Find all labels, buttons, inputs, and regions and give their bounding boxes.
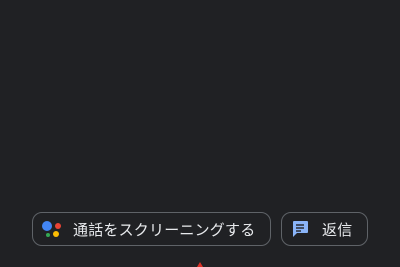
- reply-label: 返信: [322, 220, 353, 239]
- google-assistant-icon: [41, 218, 63, 240]
- call-actions: 通話をスクリーニングする 返信: [32, 212, 368, 248]
- screen-call-label: 通話をスクリーニングする: [73, 220, 256, 239]
- message-icon: [293, 221, 308, 237]
- screen-call-button[interactable]: 通話をスクリーニングする: [32, 212, 271, 246]
- incoming-call-screen: 通話をスクリーニングする 返信: [0, 0, 400, 267]
- reply-button[interactable]: 返信: [281, 212, 368, 246]
- bottom-indicator-icon: [197, 262, 203, 267]
